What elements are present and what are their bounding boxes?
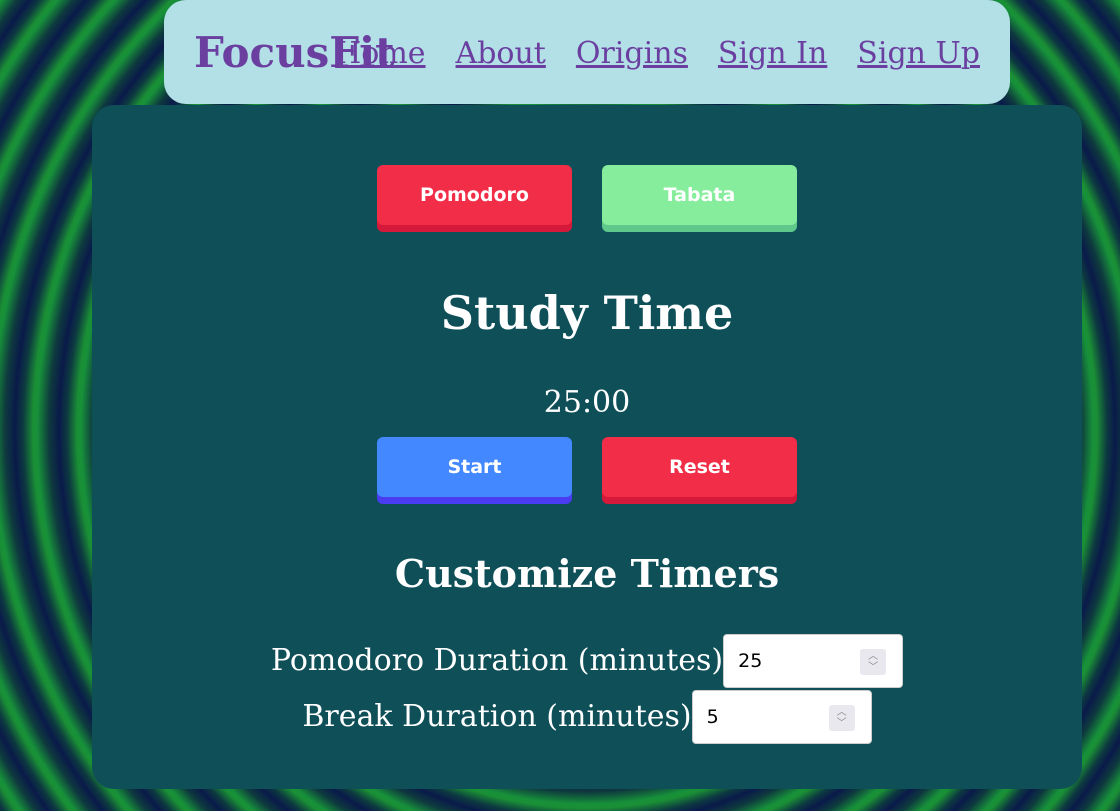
- nav-link-about[interactable]: About: [456, 32, 546, 76]
- break-duration-input[interactable]: 5 ︿ ﹀: [691, 690, 872, 744]
- pomodoro-stepper-icon[interactable]: ︿ ﹀: [860, 649, 887, 675]
- nav-link-home[interactable]: Home: [335, 32, 425, 76]
- pomodoro-duration-input[interactable]: 25 ︿ ﹀: [723, 634, 904, 688]
- nav-link-origins[interactable]: Origins: [576, 32, 688, 76]
- page-title: Study Time: [440, 286, 734, 340]
- top-navbar: FocusFit Home About Origins Sign In Sign…: [164, 0, 1010, 104]
- stepper-up-icon[interactable]: ︿: [837, 707, 847, 718]
- reset-button[interactable]: Reset: [602, 437, 797, 497]
- pomodoro-duration-row: Pomodoro Duration (minutes) 25 ︿ ﹀: [92, 634, 1082, 688]
- pomodoro-duration-label: Pomodoro Duration (minutes): [270, 643, 724, 678]
- tabata-mode-button[interactable]: Tabata: [602, 165, 797, 225]
- timer-display: 25:00: [543, 385, 631, 420]
- nav-link-sign-up[interactable]: Sign Up: [857, 32, 980, 76]
- nav-link-sign-in[interactable]: Sign In: [718, 32, 827, 76]
- break-duration-label: Break Duration (minutes): [302, 699, 692, 734]
- customize-title: Customize Timers: [394, 551, 780, 596]
- timer-panel: Pomodoro Tabata Study Time 25:00 Start R…: [92, 105, 1082, 789]
- stepper-down-icon[interactable]: ﹀: [868, 662, 878, 673]
- start-button[interactable]: Start: [377, 437, 572, 497]
- stepper-down-icon[interactable]: ﹀: [837, 718, 847, 729]
- break-duration-value: 5: [706, 706, 719, 728]
- pomodoro-mode-button[interactable]: Pomodoro: [377, 165, 572, 225]
- break-stepper-icon[interactable]: ︿ ﹀: [828, 705, 855, 731]
- break-duration-row: Break Duration (minutes) 5 ︿ ﹀: [92, 690, 1082, 744]
- pomodoro-duration-value: 25: [738, 650, 763, 672]
- stepper-up-icon[interactable]: ︿: [868, 651, 878, 662]
- nav-links: Home About Origins Sign In Sign Up: [335, 32, 980, 76]
